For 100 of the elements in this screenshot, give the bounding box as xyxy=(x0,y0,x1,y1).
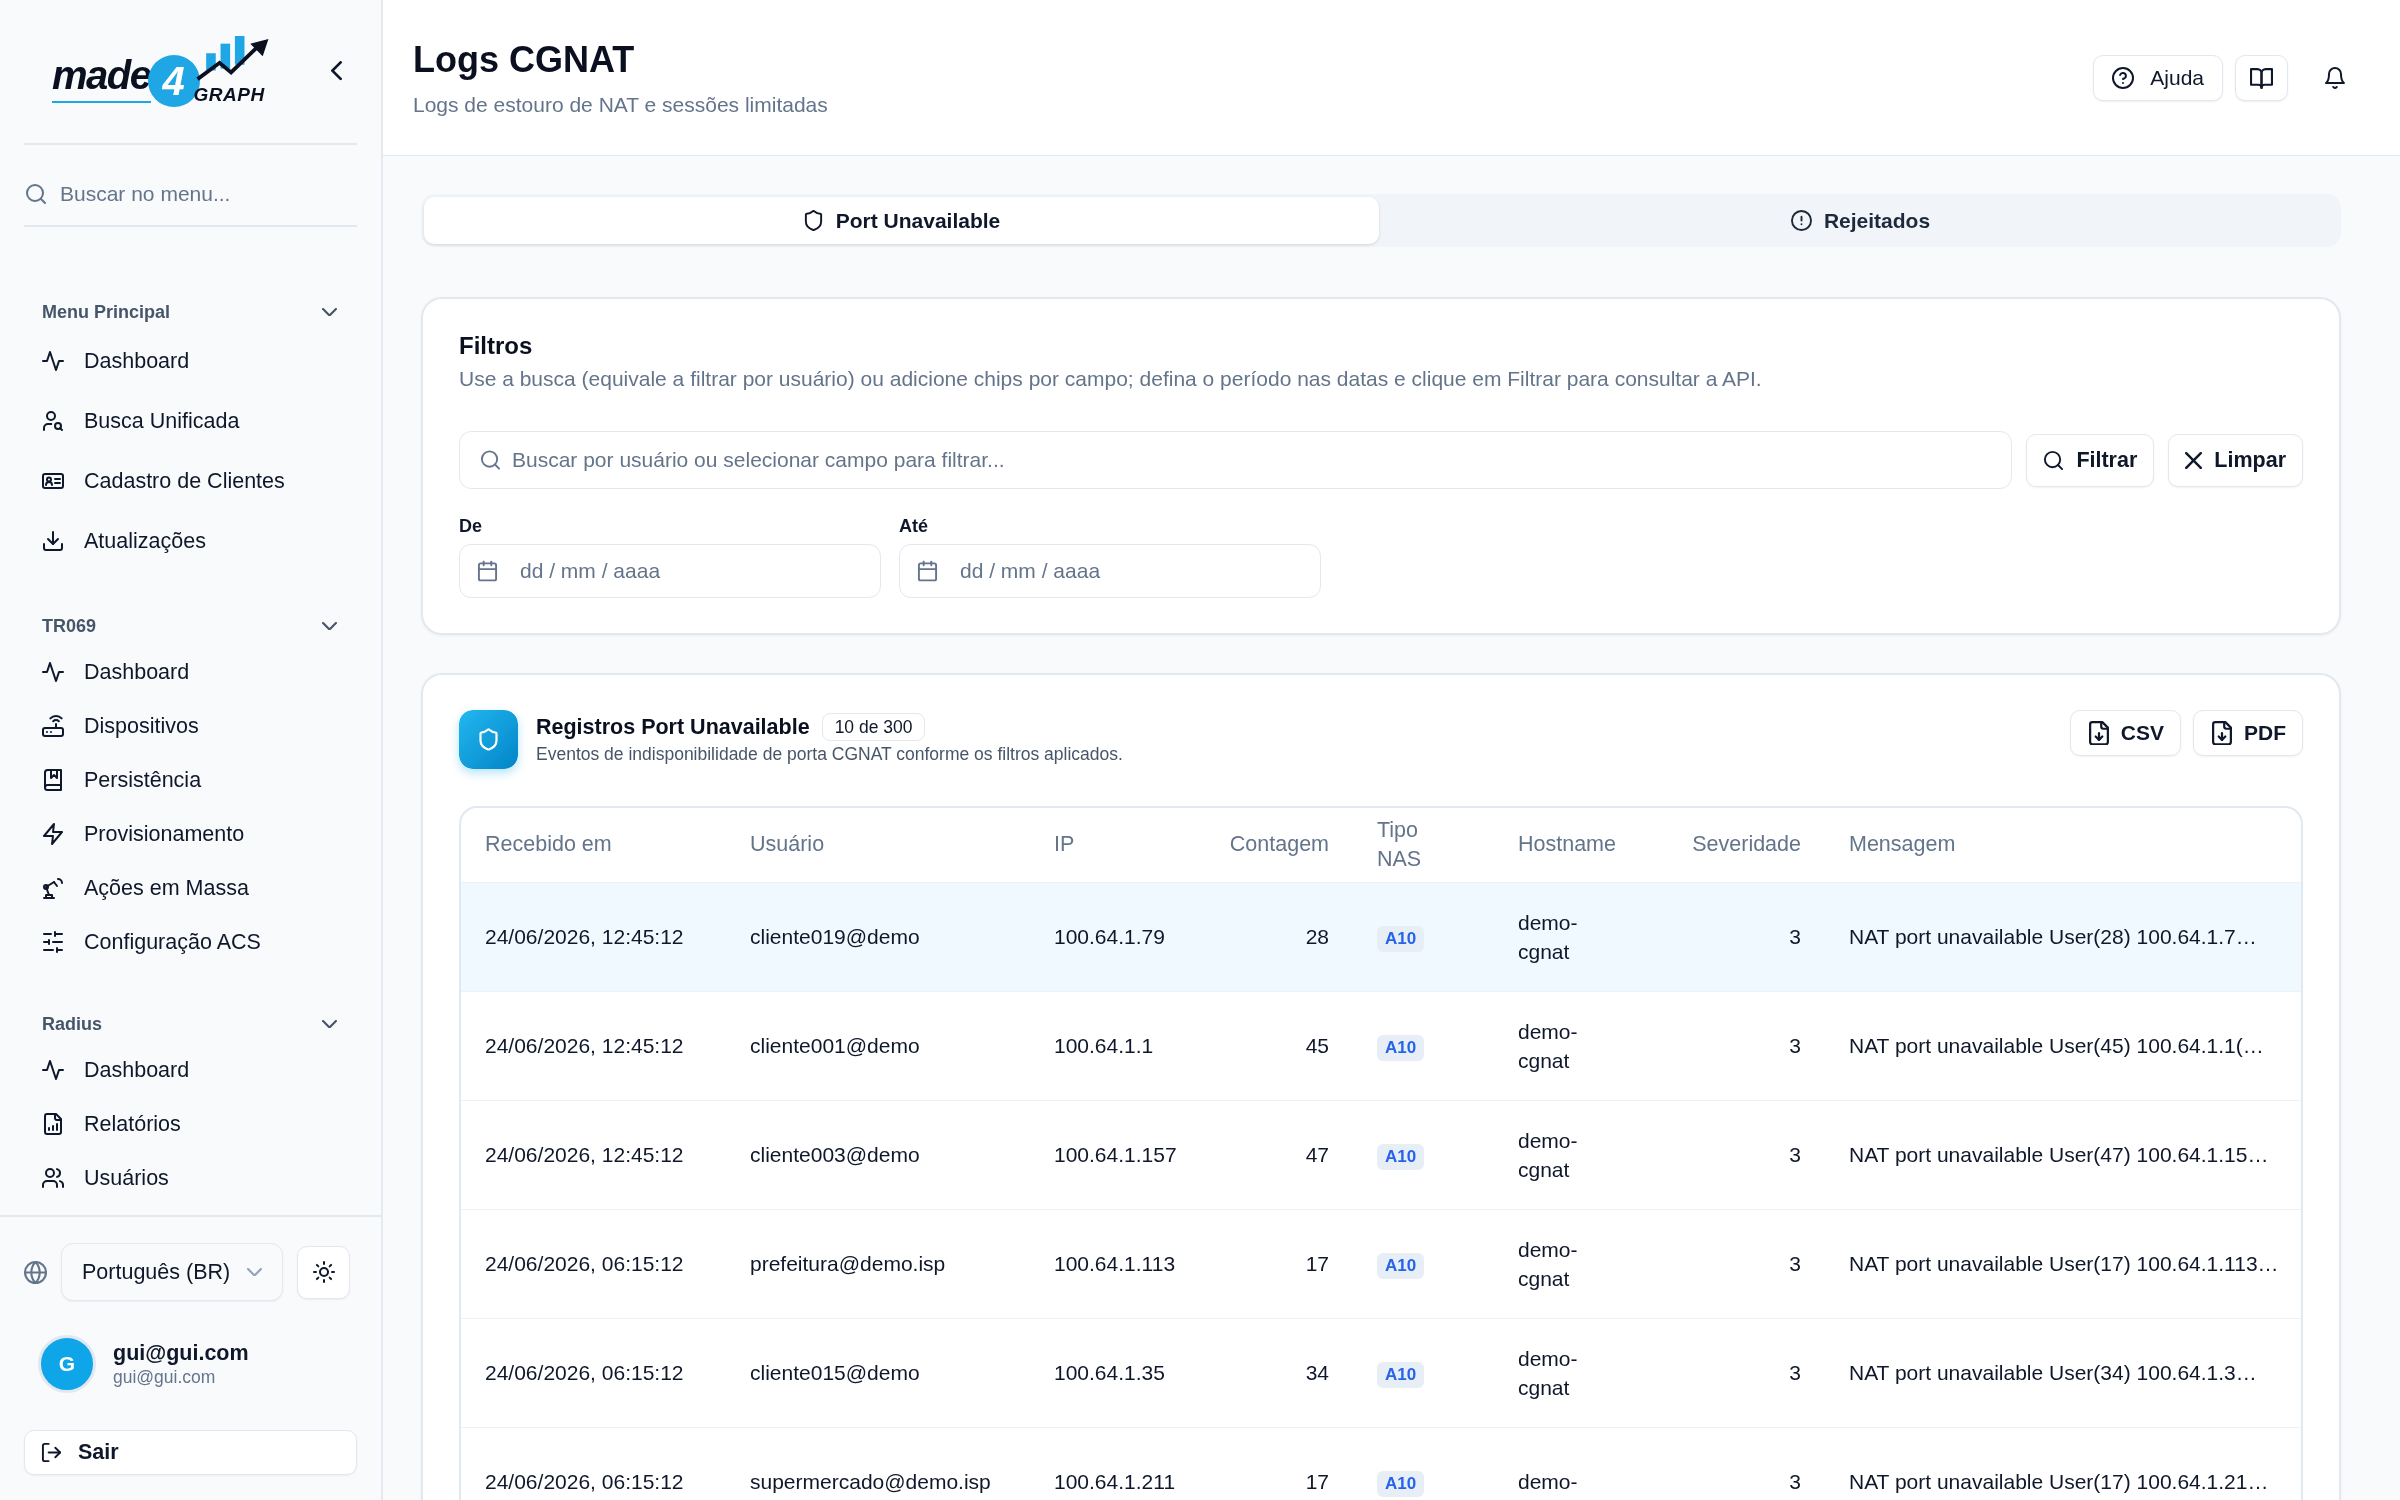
date-field[interactable]: dd / mm / aaaa xyxy=(899,544,1321,598)
theme-toggle-button[interactable] xyxy=(297,1245,350,1299)
section-toggle[interactable]: TR069 xyxy=(24,611,357,641)
nav-item[interactable]: Persistência xyxy=(24,753,357,807)
ip-address: 100.64.1.79 xyxy=(1054,925,1165,948)
date-field[interactable]: dd / mm / aaaa xyxy=(459,544,881,598)
count-badge: 10 de 300 xyxy=(821,713,926,741)
language-select[interactable]: Português (BR) xyxy=(61,1243,283,1301)
help-button[interactable]: Ajuda xyxy=(2093,55,2223,101)
table-row[interactable]: 24/06/2026, 12:45:12 cliente003@demo 100.64.1.157 47 A10 demo-cgnat 3 NAT port unavailable User(47) 100.64.1.15… xyxy=(461,1100,2301,1209)
username: cliente019@demo xyxy=(750,925,920,948)
count-value: 34 xyxy=(1305,1361,1329,1384)
help-icon xyxy=(2112,67,2135,89)
section-toggle[interactable]: Radius xyxy=(24,1009,357,1039)
nav-item[interactable]: Usuários xyxy=(24,1151,357,1205)
nav-item[interactable]: Relatórios xyxy=(24,1097,357,1151)
router-icon xyxy=(42,715,64,737)
globe-icon xyxy=(24,1260,47,1284)
column-header: IP xyxy=(1054,832,1075,857)
page-title: Logs CGNAT xyxy=(413,38,636,82)
nav-item[interactable]: Dashboard xyxy=(24,645,357,699)
user-email: gui@gui.com xyxy=(113,1366,217,1388)
table-row[interactable]: 24/06/2026, 06:15:12 prefeitura@demo.isp 100.64.1.113 17 A10 demo-cgnat 3 NAT port unavailable User(17) 100.64.1.113… xyxy=(461,1209,2301,1318)
field-label: De xyxy=(459,515,483,537)
received-time: 24/06/2026, 12:45:12 xyxy=(485,925,684,948)
table-row[interactable]: 24/06/2026, 12:45:12 cliente019@demo 100.64.1.79 28 A10 demo-cgnat 3 NAT port unavailable User(28) 100.64.1.7… xyxy=(461,882,2301,991)
column-header: Mensagem xyxy=(1849,832,1956,857)
username: prefeitura@demo.isp xyxy=(750,1252,946,1275)
menu-search-field[interactable]: Buscar no menu... xyxy=(60,178,357,210)
nas-type-tag: A10 xyxy=(1377,1470,1425,1497)
section-toggle[interactable]: Menu Principal xyxy=(24,297,357,327)
log-message: NAT port unavailable User(17) 100.64.1.21… xyxy=(1849,1470,2269,1494)
hostname: demo-cgnat xyxy=(1518,1237,1578,1290)
count-value: 17 xyxy=(1305,1470,1329,1494)
field-label: Até xyxy=(899,515,929,537)
brand-logo: made 4 GRAPH xyxy=(52,35,272,107)
hostname: demo-cgnat xyxy=(1518,910,1578,963)
tab[interactable]: Rejeitados xyxy=(1383,197,2338,244)
table-row[interactable]: 24/06/2026, 06:15:12 cliente015@demo 100.64.1.35 34 A10 demo-cgnat 3 NAT port unavailable User(34) 100.64.1.3… xyxy=(461,1318,2301,1427)
hostname: demo- xyxy=(1518,1470,1578,1494)
nav-item[interactable]: Atualizações xyxy=(24,511,357,571)
nav-item[interactable]: Busca Unificada xyxy=(24,391,357,451)
count-value: 28 xyxy=(1305,925,1329,948)
clear-button[interactable]: Limpar xyxy=(2168,433,2303,487)
column-header: Tipo NAS xyxy=(1377,816,1422,873)
shield-icon xyxy=(802,210,824,231)
book-icon xyxy=(2250,66,2273,90)
calendar-icon xyxy=(917,560,938,582)
table-row[interactable]: 24/06/2026, 12:45:12 cliente001@demo 100.64.1.1 45 A10 demo-cgnat 3 NAT port unavailable User(45) 100.64.1.1(… xyxy=(461,991,2301,1100)
user-avatar: G xyxy=(38,1335,96,1393)
user-search-icon xyxy=(42,410,64,432)
log-message: NAT port unavailable User(28) 100.64.1.7… xyxy=(1849,925,2257,948)
nav-item[interactable]: Cadastro de Clientes xyxy=(24,451,357,511)
chart-file-icon xyxy=(42,1113,64,1135)
ip-address: 100.64.1.157 xyxy=(1054,1143,1177,1166)
search-field[interactable]: Buscar por usuário ou selecionar campo para filtrar... xyxy=(459,431,2013,489)
export-button[interactable]: PDF xyxy=(2193,710,2303,756)
severity-value: 3 xyxy=(1789,1034,1801,1057)
tab[interactable]: Port Unavailable xyxy=(424,197,1379,244)
nav-item[interactable]: Dashboard xyxy=(24,1043,357,1097)
received-time: 24/06/2026, 06:15:12 xyxy=(485,1361,684,1384)
bell-icon xyxy=(2324,67,2346,89)
column-header: Recebido em xyxy=(485,832,612,857)
ip-address: 100.64.1.211 xyxy=(1054,1470,1176,1494)
nav-item[interactable]: Ações em Massa xyxy=(24,861,357,915)
calendar-icon xyxy=(477,560,498,582)
robot-arm-icon xyxy=(42,877,64,899)
section-title: Registros Port Unavailable xyxy=(536,714,810,740)
nav-item[interactable]: Configuração ACS xyxy=(24,915,357,969)
page-subtitle: Logs de estouro de NAT e sessões limitadas xyxy=(413,92,828,118)
docs-button[interactable] xyxy=(2235,55,2288,101)
username: supermercado@demo.isp xyxy=(750,1470,991,1494)
hostname: demo-cgnat xyxy=(1518,1019,1578,1072)
chevron-down-icon xyxy=(247,1267,262,1277)
nas-type-tag: A10 xyxy=(1377,1252,1425,1279)
username: cliente003@demo xyxy=(750,1143,920,1166)
user-name: gui@gui.com xyxy=(113,1340,249,1366)
nav-item[interactable]: Provisionamento xyxy=(24,807,357,861)
search-icon xyxy=(25,183,47,205)
nav-item[interactable]: Dashboard xyxy=(24,331,357,391)
nav-item[interactable]: Dispositivos xyxy=(24,699,357,753)
logout-button[interactable]: Sair xyxy=(24,1430,357,1475)
log-message: NAT port unavailable User(17) 100.64.1.113… xyxy=(1849,1252,2279,1275)
export-button[interactable]: CSV xyxy=(2069,710,2181,756)
lightning-icon xyxy=(42,823,64,845)
severity-value: 3 xyxy=(1789,1143,1801,1166)
column-header: Usuário xyxy=(750,832,825,857)
severity-value: 3 xyxy=(1789,1252,1801,1275)
table-row[interactable]: 24/06/2026, 06:15:12 supermercado@demo.isp 100.64.1.211 17 A10 demo- 3 NAT port unavailable User(17) 100.64.1.21… xyxy=(461,1427,2301,1500)
count-value: 17 xyxy=(1305,1252,1329,1275)
log-message: NAT port unavailable User(34) 100.64.1.3… xyxy=(1849,1361,2257,1384)
received-time: 24/06/2026, 12:45:12 xyxy=(485,1143,684,1166)
activity-icon xyxy=(42,1059,64,1081)
activity-icon xyxy=(42,661,64,683)
shield-icon xyxy=(459,710,518,769)
log-message: NAT port unavailable User(47) 100.64.1.15… xyxy=(1849,1143,2269,1166)
download-icon xyxy=(42,530,64,552)
severity-value: 3 xyxy=(1789,925,1801,948)
filter-button[interactable]: Filtrar xyxy=(2026,433,2155,487)
bookmark-book-icon xyxy=(42,769,64,791)
